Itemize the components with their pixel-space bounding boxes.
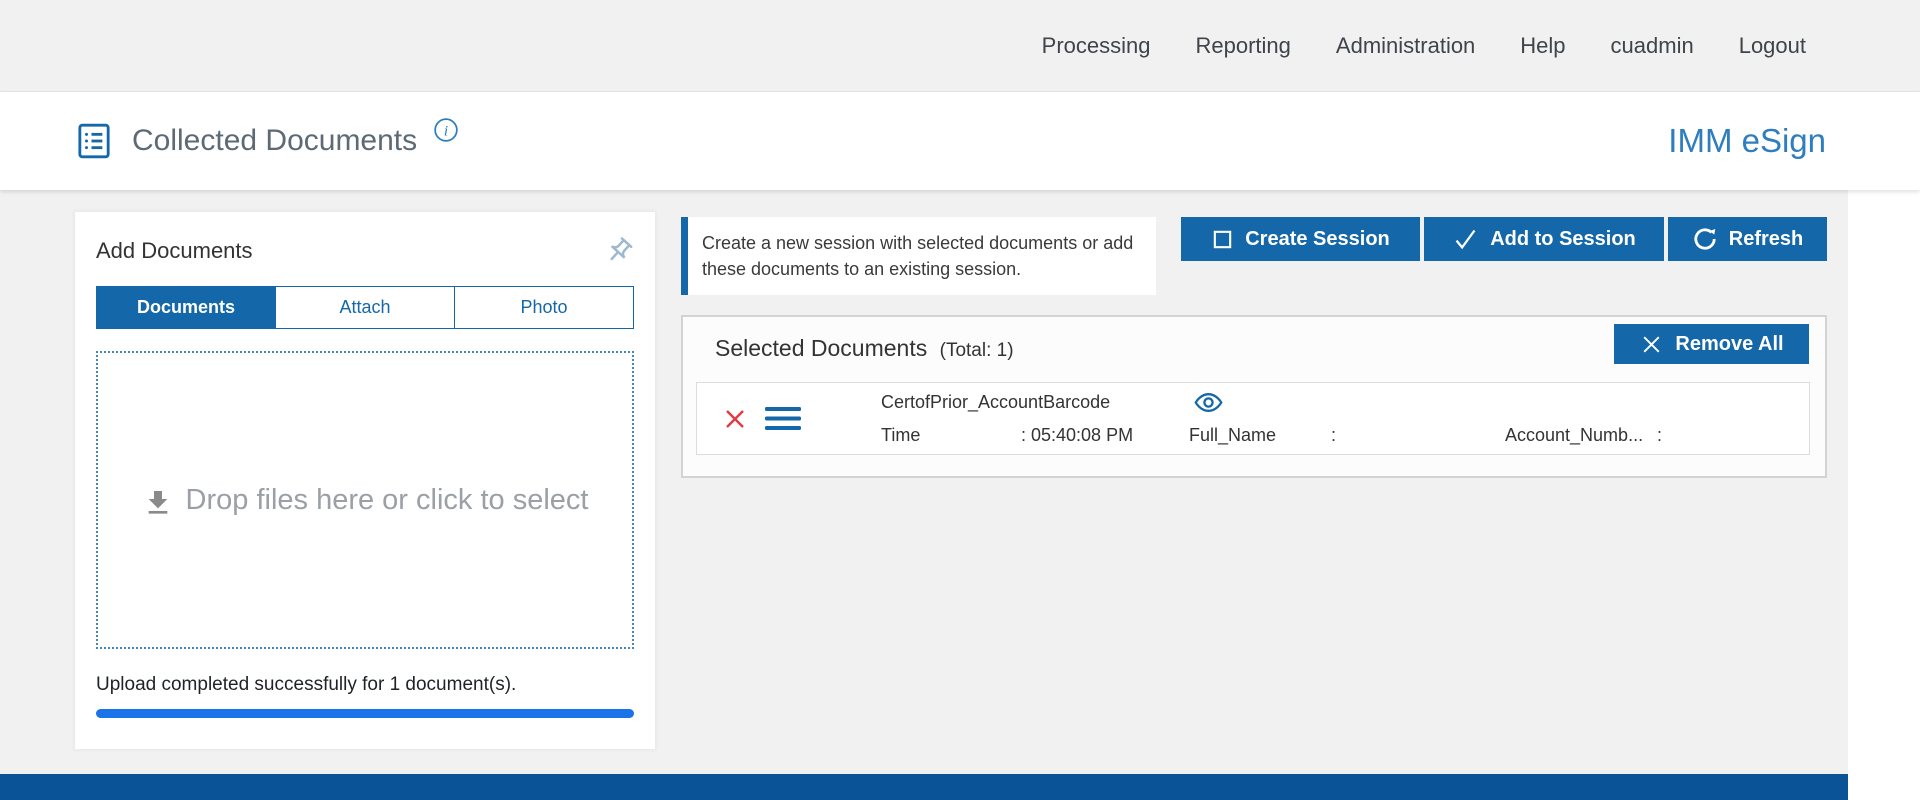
selected-documents-total: (Total: 1) (940, 340, 1014, 361)
tab-photo[interactable]: Photo (455, 287, 633, 328)
remove-all-button[interactable]: Remove All (1614, 324, 1809, 364)
selected-documents-panel: Selected Documents (Total: 1) Remove All… (681, 315, 1827, 478)
brand-logo: IMM eSign (1668, 122, 1826, 160)
remove-all-label: Remove All (1675, 333, 1783, 356)
upload-status-text: Upload completed successfully for 1 docu… (96, 674, 634, 696)
nav-item-cuadmin[interactable]: cuadmin (1611, 33, 1694, 59)
preview-eye-icon[interactable] (1193, 391, 1224, 414)
page-title: Collected Documents (132, 124, 417, 158)
remove-all-icon (1639, 332, 1664, 357)
main-content: Add Documents Documents Attach Photo Dro… (0, 190, 1848, 774)
nav-item-administration[interactable]: Administration (1336, 33, 1475, 59)
session-actions: Create Session Add to Session Refresh (1181, 217, 1827, 261)
upload-progress-bar (96, 709, 634, 718)
pin-icon[interactable] (604, 236, 634, 266)
footer-bar (0, 774, 1848, 800)
field-value-time: : 05:40:08 PM (1021, 425, 1189, 446)
nav-item-processing[interactable]: Processing (1042, 33, 1151, 59)
add-documents-panel: Add Documents Documents Attach Photo Dro… (74, 211, 656, 750)
nav-item-help[interactable]: Help (1520, 33, 1565, 59)
page-header: Collected Documents i IMM eSign (0, 92, 1920, 190)
selected-documents-title-text: Selected Documents (715, 335, 927, 361)
refresh-button[interactable]: Refresh (1668, 217, 1827, 261)
create-session-button[interactable]: Create Session (1181, 217, 1420, 261)
add-documents-tabs: Documents Attach Photo (96, 286, 634, 329)
session-note-text: Create a new session with selected docum… (702, 233, 1133, 279)
add-documents-title: Add Documents (96, 238, 253, 264)
selected-documents-title: Selected Documents (Total: 1) (715, 335, 1014, 362)
field-label-time: Time (881, 425, 1021, 446)
document-row: CertofPrior_AccountBarcode Time : 05:40:… (696, 382, 1810, 455)
create-session-icon (1211, 228, 1234, 251)
refresh-label: Refresh (1729, 228, 1803, 251)
refresh-icon (1692, 226, 1718, 252)
field-value-account-number: : (1657, 425, 1662, 446)
download-icon (142, 487, 174, 519)
delete-row-icon[interactable] (715, 407, 755, 431)
add-to-session-icon (1452, 226, 1479, 253)
add-documents-header: Add Documents (96, 236, 634, 266)
add-to-session-label: Add to Session (1490, 228, 1636, 251)
info-icon[interactable]: i (433, 117, 459, 143)
dropzone-label: Drop files here or click to select (186, 484, 589, 517)
drag-handle-icon[interactable] (765, 405, 801, 432)
nav-item-logout[interactable]: Logout (1739, 33, 1806, 59)
top-nav: Processing Reporting Administration Help… (0, 0, 1920, 92)
session-note: Create a new session with selected docum… (681, 217, 1156, 295)
field-label-account-number: Account_Numb... (1505, 425, 1657, 446)
collected-documents-icon (74, 121, 114, 161)
document-name: CertofPrior_AccountBarcode (881, 392, 1193, 413)
field-label-full-name: Full_Name (1189, 425, 1331, 446)
svg-text:i: i (444, 122, 448, 139)
nav-item-reporting[interactable]: Reporting (1196, 33, 1291, 59)
tab-documents[interactable]: Documents (97, 287, 276, 328)
file-dropzone[interactable]: Drop files here or click to select (96, 351, 634, 649)
document-row-content: CertofPrior_AccountBarcode Time : 05:40:… (881, 391, 1662, 446)
create-session-label: Create Session (1245, 228, 1390, 251)
tab-attach[interactable]: Attach (276, 287, 455, 328)
add-to-session-button[interactable]: Add to Session (1424, 217, 1664, 261)
field-value-full-name: : (1331, 425, 1505, 446)
